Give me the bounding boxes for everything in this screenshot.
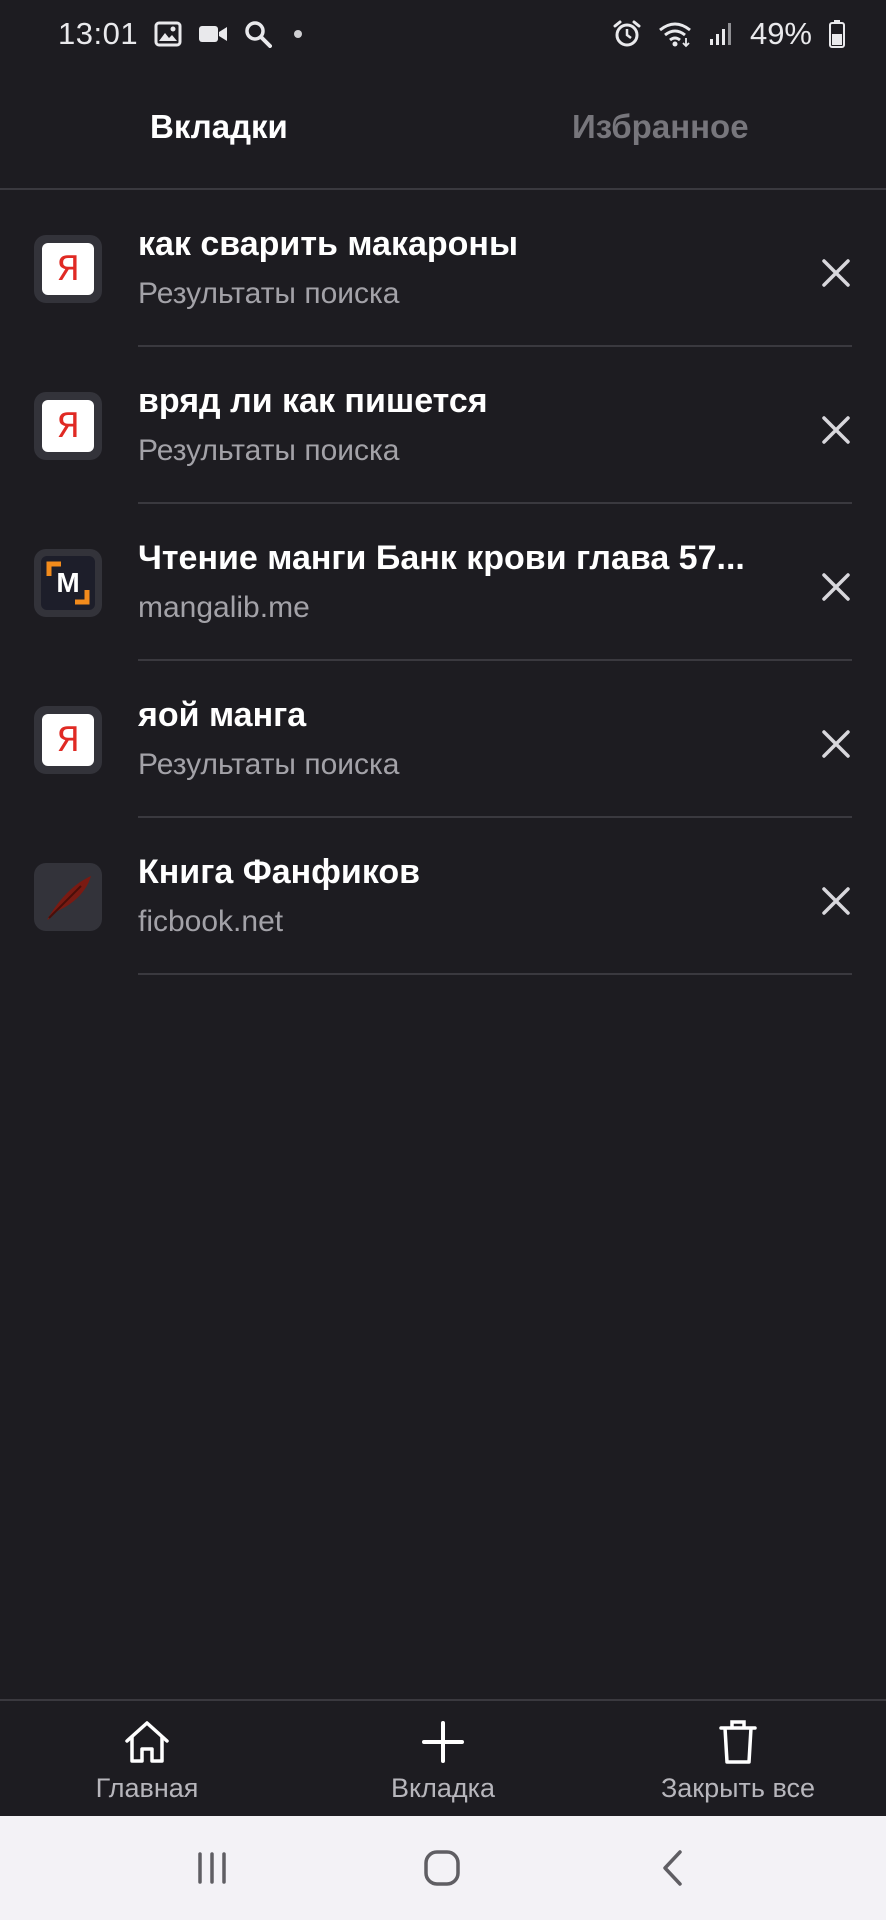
close-tab-button[interactable] <box>812 877 860 925</box>
tab-row[interactable]: Я вряд ли как пишется Результаты поиска <box>0 347 886 504</box>
favicon: Я <box>34 235 102 303</box>
new-tab-button[interactable]: Вкладка <box>333 1701 553 1818</box>
tabs-header: Вкладки Избранное <box>0 68 886 190</box>
close-tab-button[interactable] <box>812 406 860 454</box>
mangalib-icon: M <box>41 556 95 610</box>
trash-icon <box>719 1720 757 1764</box>
signal-icon <box>709 23 731 45</box>
recent-apps-icon <box>198 1852 226 1884</box>
battery-percent: 49% <box>749 16 812 51</box>
divider <box>138 973 852 975</box>
tab-row[interactable]: M Чтение манги Банк крови глава 57... ma… <box>0 504 886 661</box>
close-icon <box>822 730 850 758</box>
back-button[interactable] <box>643 1846 703 1890</box>
home-icon <box>125 1721 169 1763</box>
close-all-button[interactable]: Закрыть все <box>628 1701 848 1818</box>
close-all-label: Закрыть все <box>660 1773 816 1803</box>
tab-row[interactable]: Книга Фанфиков ficbook.net <box>0 818 886 975</box>
system-home-button[interactable] <box>412 1846 472 1890</box>
search-icon <box>245 21 273 48</box>
close-icon <box>822 416 850 444</box>
alarm-icon <box>613 20 641 47</box>
close-tab-button[interactable] <box>812 563 860 611</box>
tab-subtitle: Результаты поиска <box>138 748 400 781</box>
notification-dot <box>294 30 303 38</box>
home-label: Главная <box>95 1773 199 1803</box>
close-tab-button[interactable] <box>812 249 860 297</box>
tab-row[interactable]: Я как сварить макароны Результаты поиска <box>0 190 886 347</box>
plus-icon <box>422 1721 464 1763</box>
tab-title: яой манга <box>138 696 307 734</box>
gallery-icon <box>154 21 182 47</box>
tab-subtitle: ficbook.net <box>138 905 284 938</box>
yandex-icon: Я <box>42 243 94 295</box>
recent-apps-button[interactable] <box>182 1846 242 1890</box>
battery-icon <box>829 20 845 48</box>
tab-favorites[interactable]: Избранное <box>572 108 749 146</box>
tab-title: Книга Фанфиков <box>138 853 421 891</box>
bottom-toolbar: Главная Вкладка Закрыть все <box>0 1699 886 1816</box>
home-button[interactable]: Главная <box>37 1701 257 1818</box>
favicon <box>34 863 102 931</box>
wifi-icon <box>659 22 691 48</box>
status-left: 13:01 <box>58 16 303 52</box>
mangalib-letter: M <box>56 567 80 598</box>
close-icon <box>822 573 850 601</box>
system-nav-bar <box>0 1816 886 1920</box>
tab-row[interactable]: Я яой манга Результаты поиска <box>0 661 886 818</box>
status-right: 49% <box>612 16 846 52</box>
back-icon <box>663 1850 682 1886</box>
favicon: M <box>34 549 102 617</box>
ficbook-quill-icon <box>47 876 91 920</box>
open-tabs-list: Я как сварить макароны Результаты поиска… <box>0 190 886 975</box>
close-tab-button[interactable] <box>812 720 860 768</box>
new-tab-label: Вкладка <box>390 1773 496 1803</box>
tab-title: как сварить макароны <box>138 225 518 263</box>
tab-tabs[interactable]: Вкладки <box>150 108 288 146</box>
close-icon <box>822 887 850 915</box>
tab-subtitle: Результаты поиска <box>138 277 400 310</box>
tabs-screen: 13:01 49% Вкладки Избранное Я как сварит… <box>0 0 886 1920</box>
favicon: Я <box>34 392 102 460</box>
system-home-icon <box>424 1850 460 1886</box>
tab-title: Чтение манги Банк крови глава 57... <box>138 539 745 577</box>
video-icon <box>199 26 228 42</box>
tab-title: вряд ли как пишется <box>138 382 488 420</box>
yandex-icon: Я <box>42 714 94 766</box>
tab-subtitle: Результаты поиска <box>138 434 400 467</box>
status-bar: 13:01 49% <box>0 0 886 68</box>
close-icon <box>822 259 850 287</box>
favicon: Я <box>34 706 102 774</box>
yandex-icon: Я <box>42 400 94 452</box>
tab-subtitle: mangalib.me <box>138 591 310 624</box>
status-time: 13:01 <box>58 16 139 51</box>
